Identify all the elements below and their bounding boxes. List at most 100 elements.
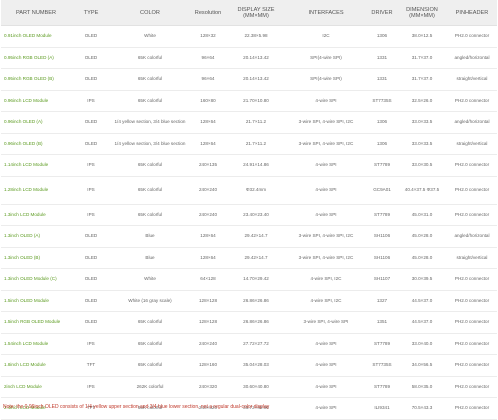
display-spec-table: PART NUMBER TYPE COLOR Resolution DISPLA… [1, 0, 497, 420]
interfaces-cell: 3-wire SPI, 4-wire SPI, I2C [285, 247, 367, 269]
pinheader-cell: PH2.0 connector [447, 290, 497, 312]
interfaces-cell: 4-wire SPI [285, 176, 367, 205]
dimension-cell: 44.5×37.0 [397, 311, 447, 334]
display-size-cell: 29.42×14.7 [227, 247, 285, 269]
display-size-cell: 27.72×27.72 [227, 333, 285, 355]
header-display-size: DISPLAY SIZE (MM×MM) [227, 0, 285, 26]
table-row: 1.3inch LCD Module IPS 65K colorful 240×240… [1, 204, 497, 226]
interfaces-cell: 3-wire SPI, 4-wire SPI [285, 311, 367, 334]
color-cell: 65K colorful [111, 47, 189, 69]
resolution-cell: 128×64 [189, 247, 227, 269]
driver-cell: ST7735S [367, 90, 397, 112]
display-size-cell: 23.40×23.40 [227, 204, 285, 226]
color-cell: White [111, 268, 189, 291]
part-number-link[interactable]: 1.3inch OLED (B) [1, 247, 71, 269]
color-cell: 65K colorful [111, 204, 189, 226]
header-interfaces: INTERFACES [285, 0, 367, 26]
resolution-cell: 240×240 [189, 333, 227, 355]
dimension-cell: 40.4×37.5 Φ37.5 [397, 176, 447, 205]
part-number-link[interactable]: 1.5inch OLED Module [1, 290, 71, 312]
table-row: 1.5inch RGB OLED Module OLED 65K colorful 1… [1, 311, 497, 334]
driver-cell: 1351 [367, 311, 397, 334]
part-number-link[interactable]: 0.95inch RGB OLED (B) [1, 68, 71, 91]
color-cell: 65K colorful [111, 154, 189, 177]
interfaces-cell: 3-wire SPI, 4-wire SPI, I2C [285, 111, 367, 134]
type-cell: IPS [71, 376, 111, 398]
dimension-cell: 33.0×30.5 [397, 154, 447, 177]
resolution-cell: 128×32 [189, 25, 227, 48]
part-number-link[interactable]: 1.28inch LCD Module [1, 176, 71, 205]
interfaces-cell: 3-wire SPI, 4-wire SPI, I2C [285, 225, 367, 248]
dimension-cell: 33.0×33.5 [397, 111, 447, 134]
display-size-cell: 21.70×10.80 [227, 90, 285, 112]
dimension-cell: 31.7×37.0 [397, 47, 447, 69]
type-cell: OLED [71, 290, 111, 312]
part-number-link[interactable]: 0.91inch OLED Module [1, 25, 71, 48]
interfaces-cell: 4-wire SPI [285, 154, 367, 177]
pinheader-cell: PH2.0 connector [447, 397, 497, 420]
display-size-cell: Φ32.4mm [227, 176, 285, 205]
pinheader-cell: angled/horizontal [447, 47, 497, 69]
part-number-link[interactable]: 1.3inch OLED Module (C) [1, 268, 71, 291]
part-number-link[interactable]: 1.3inch OLED (A) [1, 225, 71, 248]
header-driver: DRIVER [367, 0, 397, 26]
driver-cell: 1331 [367, 47, 397, 69]
color-cell: White (16 gray scale) [111, 290, 189, 312]
driver-cell: ST7789 [367, 154, 397, 177]
resolution-cell: 128×160 [189, 354, 227, 377]
table-row: 0.96inch LCD Module IPS 65K colorful 160×80… [1, 90, 497, 112]
type-cell: OLED [71, 225, 111, 248]
display-size-cell: 20.14×13.42 [227, 47, 285, 69]
dimension-cell: 31.7×37.0 [397, 68, 447, 91]
driver-cell: 1331 [367, 68, 397, 91]
part-number-link[interactable]: 0.96inch OLED (A) [1, 111, 71, 134]
interfaces-cell: 4-wire SPI, I2C [285, 268, 367, 291]
table-row: 0.95inch RGB OLED (A) OLED 65K colorful 96×… [1, 47, 497, 69]
resolution-cell: 96×64 [189, 68, 227, 91]
part-number-link[interactable]: 1.8inch LCD Module [1, 354, 71, 377]
display-size-cell: 22.38×5.98 [227, 25, 285, 48]
display-size-cell: 14.70×29.42 [227, 268, 285, 291]
interfaces-cell: SPI(4-wire SPI) [285, 68, 367, 91]
part-number-link[interactable]: 1.14inch LCD Module [1, 154, 71, 177]
driver-cell: ST7789 [367, 204, 397, 226]
resolution-cell: 240×320 [189, 376, 227, 398]
driver-cell: ST7735S [367, 354, 397, 377]
part-number-link[interactable]: 0.96inch OLED (B) [1, 133, 71, 155]
table-row: 1.14inch LCD Module IPS 65K colorful 240×13… [1, 154, 497, 177]
display-size-cell: 20.14×13.42 [227, 68, 285, 91]
driver-cell: ST7789 [367, 333, 397, 355]
part-number-link[interactable]: 2inch LCD Module [1, 376, 71, 398]
color-cell: 65K colorful [111, 333, 189, 355]
dimension-cell: 44.5×37.0 [397, 290, 447, 312]
part-number-link[interactable]: 1.54inch LCD Module [1, 333, 71, 355]
driver-cell: 1327 [367, 290, 397, 312]
dimension-cell: 45.0×28.0 [397, 225, 447, 248]
table-body: 0.91inch OLED Module OLED White 128×32 22.38… [1, 25, 497, 420]
type-cell: TFT [71, 354, 111, 377]
type-cell: IPS [71, 176, 111, 205]
interfaces-cell: I2C [285, 25, 367, 48]
color-cell: White [111, 25, 189, 48]
part-number-link[interactable]: 1.5inch RGB OLED Module [1, 311, 71, 334]
display-size-cell: 26.86×26.86 [227, 290, 285, 312]
dimension-cell: 30.0×39.5 [397, 268, 447, 291]
type-cell: OLED [71, 133, 111, 155]
part-number-link[interactable]: 0.95inch RGB OLED (A) [1, 47, 71, 69]
type-cell: OLED [71, 25, 111, 48]
display-size-cell: 26.86×26.86 [227, 311, 285, 334]
resolution-cell: 128×64 [189, 225, 227, 248]
resolution-cell: 128×64 [189, 111, 227, 134]
pinheader-cell: angled/horizontal [447, 225, 497, 248]
part-number-link[interactable]: 1.3inch LCD Module [1, 204, 71, 226]
header-part-number: PART NUMBER [1, 0, 71, 26]
pinheader-cell: PH2.0 connector [447, 176, 497, 205]
part-number-link[interactable]: 0.96inch LCD Module [1, 90, 71, 112]
driver-cell: GC9A01 [367, 176, 397, 205]
table-row: 1.28inch LCD Module IPS 65K colorful 240×24… [1, 176, 497, 205]
type-cell: OLED [71, 68, 111, 91]
dimension-cell: 58.0×35.0 [397, 376, 447, 398]
resolution-cell: 128×64 [189, 133, 227, 155]
table-row: 2inch LCD Module IPS 262K colorful 240×320 3… [1, 376, 497, 398]
pinheader-cell: straight/vertical [447, 133, 497, 155]
